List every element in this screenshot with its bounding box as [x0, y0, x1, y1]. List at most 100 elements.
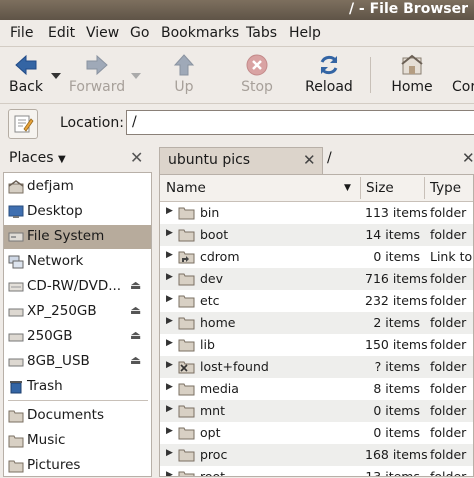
- folder-icon: [178, 405, 195, 418]
- menu-edit[interactable]: Edit: [48, 25, 75, 41]
- sidebar-item-desktop[interactable]: Desktop: [4, 200, 151, 224]
- forward-history-dropdown[interactable]: [130, 51, 142, 101]
- expander-arrow-icon[interactable]: ▶: [166, 470, 173, 476]
- column-header-size[interactable]: Size: [366, 180, 394, 196]
- trash-icon: [10, 381, 22, 394]
- menu-go[interactable]: Go: [130, 25, 149, 41]
- table-row[interactable]: ▶ media 8 items folder: [160, 378, 473, 400]
- table-row[interactable]: ▶ mnt 0 items folder: [160, 400, 473, 422]
- up-button[interactable]: Up: [160, 51, 208, 101]
- sidebar-item-label: 250GB: [27, 328, 73, 344]
- table-row[interactable]: ▶ dev 716 items folder: [160, 268, 473, 290]
- expander-arrow-icon[interactable]: ▶: [166, 294, 173, 304]
- computer-label: Cor: [452, 79, 474, 95]
- table-row[interactable]: ▶ proc 168 items folder: [160, 444, 473, 466]
- forward-button[interactable]: Forward: [68, 51, 126, 101]
- table-row[interactable]: ▶ lost+found ? items folder: [160, 356, 473, 378]
- sidebar-item-label: Trash: [27, 378, 63, 394]
- folder-icon: [178, 229, 195, 242]
- column-header-type[interactable]: Type: [430, 180, 461, 196]
- tab-root[interactable]: /: [327, 150, 332, 166]
- expander-arrow-icon[interactable]: ▶: [166, 272, 173, 282]
- back-history-dropdown[interactable]: [50, 51, 62, 101]
- table-row[interactable]: ▶ etc 232 items folder: [160, 290, 473, 312]
- column-header-name[interactable]: Name: [166, 180, 206, 196]
- sidebar-item-250gb[interactable]: 250GB ⏏: [4, 325, 151, 349]
- table-row[interactable]: ▶ cdrom 0 items Link to f: [160, 246, 473, 268]
- forward-arrow-icon: [86, 54, 108, 76]
- expander-arrow-icon[interactable]: ▶: [166, 360, 173, 370]
- file-list: Name ▼ Size Type ▶ bin 113 items folder ▶ boo…: [159, 174, 474, 477]
- menu-help[interactable]: Help: [289, 25, 321, 41]
- menu-view[interactable]: View: [86, 25, 119, 41]
- sidebar-separator: [8, 400, 148, 401]
- menu-tabs[interactable]: Tabs: [246, 25, 277, 41]
- home-folder-icon: [8, 180, 24, 194]
- sidebar-item-8gb-usb[interactable]: 8GB_USB ⏏: [4, 350, 151, 374]
- expander-arrow-icon[interactable]: ▶: [166, 404, 173, 414]
- reload-button[interactable]: Reload: [304, 51, 354, 101]
- expander-arrow-icon[interactable]: ▶: [166, 382, 173, 392]
- close-sidebar-icon[interactable]: ✕: [130, 148, 143, 167]
- sidebar-item-pictures[interactable]: Pictures: [4, 454, 151, 478]
- expander-arrow-icon[interactable]: ▶: [166, 250, 173, 260]
- folder-icon: [178, 339, 195, 352]
- sidebar-item-label: CD-RW/DVD...: [27, 278, 122, 294]
- window-title: / - File Browser: [348, 1, 468, 17]
- location-toggle-button[interactable]: [8, 109, 38, 139]
- expander-arrow-icon[interactable]: ▶: [166, 448, 173, 458]
- stop-label: Stop: [241, 79, 273, 95]
- sidebar-item-trash[interactable]: Trash: [4, 375, 151, 399]
- file-type: folder: [430, 293, 467, 308]
- home-label: Home: [391, 79, 433, 95]
- back-arrow-icon: [15, 54, 37, 76]
- places-selector[interactable]: Places ▼: [9, 150, 66, 166]
- sidebar-item-xp-250gb[interactable]: XP_250GB ⏏: [4, 300, 151, 324]
- sidebar-item-label: XP_250GB: [27, 303, 97, 319]
- table-row[interactable]: ▶ boot 14 items folder: [160, 224, 473, 246]
- close-tab-icon[interactable]: ✕: [462, 149, 474, 167]
- sidebar-item-file-system[interactable]: File System: [4, 225, 151, 249]
- column-divider[interactable]: [424, 177, 425, 199]
- up-label: Up: [174, 79, 194, 95]
- back-button[interactable]: Back: [4, 51, 48, 101]
- eject-icon[interactable]: ⏏: [130, 303, 141, 317]
- optical-drive-icon: [8, 282, 24, 292]
- table-row[interactable]: ▶ lib 150 items folder: [160, 334, 473, 356]
- computer-button[interactable]: Cor: [448, 51, 474, 101]
- sidebar-item-cd-rw[interactable]: CD-RW/DVD... ⏏: [4, 275, 151, 299]
- eject-icon[interactable]: ⏏: [130, 278, 141, 292]
- file-type: folder: [430, 447, 467, 462]
- expander-arrow-icon[interactable]: ▶: [166, 228, 173, 238]
- home-button[interactable]: Home: [388, 51, 436, 101]
- sidebar-item-network[interactable]: Network: [4, 250, 151, 274]
- sidebar-item-documents[interactable]: Documents: [4, 404, 151, 428]
- eject-icon[interactable]: ⏏: [130, 353, 141, 367]
- sidebar-item-music[interactable]: Music: [4, 429, 151, 453]
- filesystem-icon: [8, 232, 24, 242]
- file-type: folder: [430, 403, 467, 418]
- file-name: etc: [200, 293, 220, 308]
- table-row[interactable]: ▶ home 2 items folder: [160, 312, 473, 334]
- location-input[interactable]: /: [126, 110, 474, 135]
- column-divider[interactable]: [360, 177, 361, 199]
- menu-bookmarks[interactable]: Bookmarks: [161, 25, 239, 41]
- close-tab-icon[interactable]: ✕: [303, 151, 316, 169]
- stop-button[interactable]: Stop: [233, 51, 281, 101]
- table-row[interactable]: ▶ opt 0 items folder: [160, 422, 473, 444]
- file-size: ? items: [374, 359, 420, 374]
- expander-arrow-icon[interactable]: ▶: [166, 338, 173, 348]
- table-row[interactable]: ▶ bin 113 items folder: [160, 202, 473, 224]
- expander-arrow-icon[interactable]: ▶: [166, 206, 173, 216]
- sidebar-item-label: Music: [27, 432, 66, 448]
- menu-file[interactable]: File: [10, 25, 33, 41]
- file-name: dev: [200, 271, 224, 286]
- sidebar-item-label: Pictures: [27, 457, 81, 473]
- eject-icon[interactable]: ⏏: [130, 328, 141, 342]
- column-header-row: Name ▼ Size Type: [160, 175, 473, 202]
- table-row[interactable]: ▶ root 13 items folder: [160, 466, 473, 476]
- tab-ubuntu-pics[interactable]: ubuntu pics ✕: [159, 147, 323, 174]
- sidebar-item-defjam[interactable]: defjam: [4, 175, 151, 199]
- expander-arrow-icon[interactable]: ▶: [166, 316, 173, 326]
- expander-arrow-icon[interactable]: ▶: [166, 426, 173, 436]
